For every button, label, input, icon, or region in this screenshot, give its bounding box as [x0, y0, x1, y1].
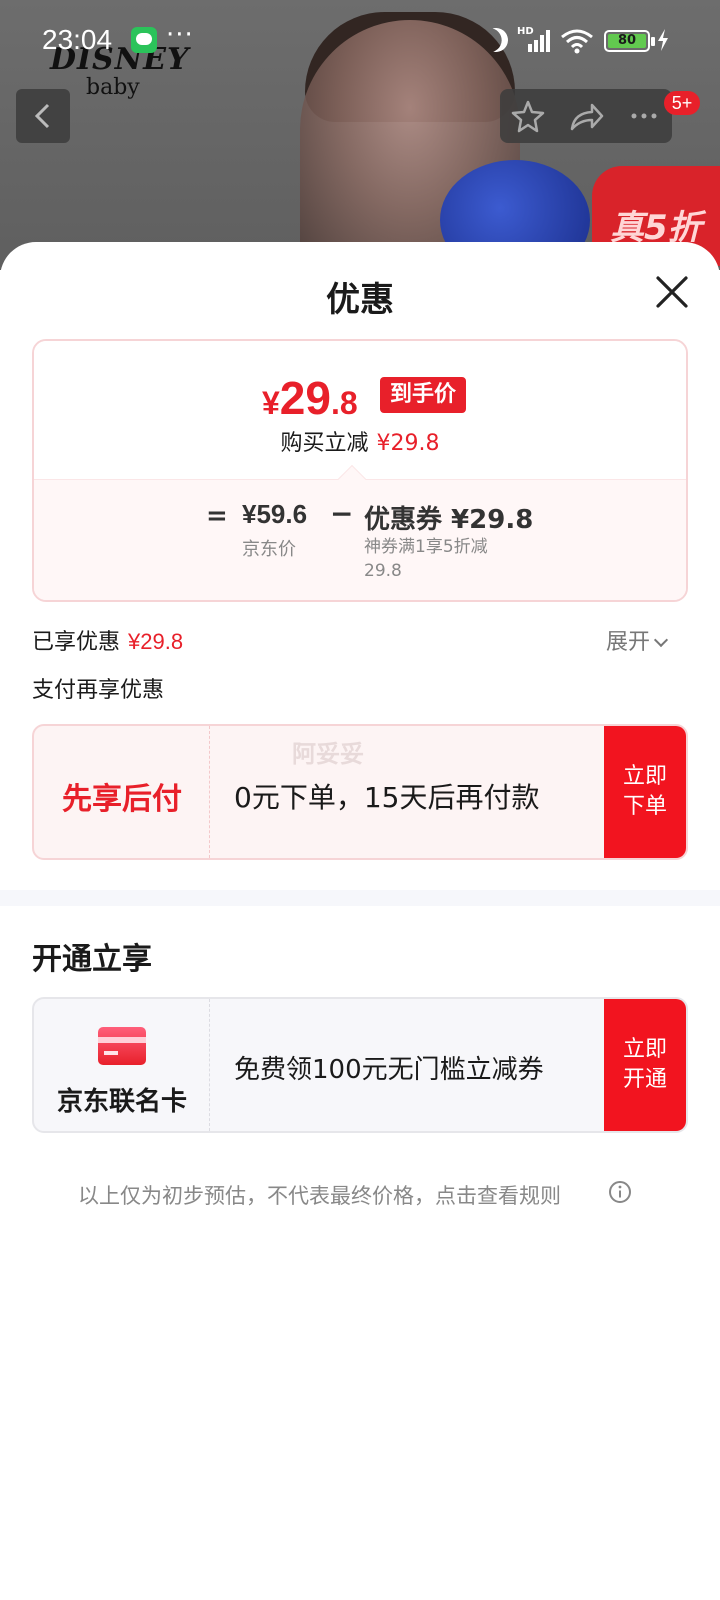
nav-action-group — [500, 89, 672, 143]
coupon-description: 神券满1享5折减29.8 — [364, 537, 488, 581]
enjoyed-discount-row: 已享优惠 ¥29.8 — [32, 624, 183, 656]
moon-icon — [481, 25, 512, 56]
star-icon — [511, 100, 545, 133]
bnpl-label: 先享后付 — [62, 782, 182, 817]
wifi-icon — [561, 29, 593, 54]
expand-button[interactable]: 展开 — [606, 624, 669, 656]
sheet-title: 优惠 — [326, 280, 394, 320]
minus-sign: − — [330, 497, 354, 530]
charging-icon — [658, 29, 668, 51]
instant-discount-label: 购买立减 — [280, 431, 369, 456]
bnpl-watermark: 阿妥妥 — [292, 740, 364, 768]
final-price-integer: 29 — [279, 372, 331, 424]
chevron-down-icon — [653, 632, 669, 648]
enjoyed-discount-label: 已享优惠 — [32, 630, 121, 655]
battery-icon: 80 — [604, 30, 650, 52]
section-divider — [0, 890, 720, 906]
final-price-currency: ¥ — [262, 385, 280, 421]
chevron-left-icon — [34, 103, 50, 129]
equals-sign: = — [206, 501, 228, 531]
coupon-value: 优惠券 ¥29.8 — [364, 505, 534, 535]
final-price-decimal: .8 — [330, 385, 358, 421]
status-more-dots: ··· — [166, 20, 194, 50]
share-button[interactable] — [558, 89, 614, 143]
notification-badge: 5+ — [664, 91, 700, 115]
more-button[interactable] — [616, 89, 672, 143]
share-icon — [570, 103, 604, 131]
instant-discount-value: ¥29.8 — [376, 431, 440, 456]
credit-card-icon — [98, 1027, 146, 1065]
close-icon — [656, 276, 688, 308]
jd-price-value: ¥59.6 — [242, 499, 308, 529]
final-price: ¥29.8 — [262, 371, 358, 425]
pay-more-title: 支付再享优惠 — [32, 678, 165, 703]
battery-cap — [651, 37, 655, 46]
price-breakdown — [34, 479, 686, 600]
price-summary-top — [34, 341, 686, 479]
jd-price-label: 京东价 — [242, 539, 296, 560]
arrival-price-badge: 到手价 — [380, 377, 467, 413]
back-button[interactable] — [16, 89, 70, 143]
expand-label: 展开 — [606, 630, 651, 655]
signal-icon — [520, 28, 552, 52]
favorite-button[interactable] — [500, 89, 556, 143]
battery-level: 80 — [608, 34, 646, 48]
card-name: 京东联名卡 — [56, 1087, 187, 1117]
wechat-icon — [131, 27, 157, 53]
more-dots-icon — [631, 113, 657, 119]
status-bar: 23:04 ··· HD 80 — [0, 0, 720, 84]
co-branded-card-offer[interactable]: 京东联名卡 免费领100元无门槛立减券 立即开通 — [32, 997, 688, 1133]
status-time: 23:04 — [42, 24, 113, 55]
discount-sheet: 优惠 ¥29.8 到手价 购买立减 ¥29.8 = ¥59.6 京东价 − 优惠券… — [0, 242, 720, 1600]
open-card-button[interactable]: 立即开通 — [604, 999, 686, 1131]
enjoyed-discount-value: ¥29.8 — [128, 629, 184, 654]
bnpl-description: 0元下单，15天后再付款 — [234, 781, 540, 814]
order-now-button[interactable]: 立即下单 — [604, 726, 686, 858]
buy-now-pay-later-card[interactable]: 先享后付 阿妥妥 0元下单，15天后再付款 立即下单 — [32, 724, 688, 860]
price-summary-card: ¥29.8 到手价 购买立减 ¥29.8 = ¥59.6 京东价 − 优惠券 ¥2… — [32, 339, 688, 602]
disclaimer-link[interactable]: 以上仅为初步预估，不代表最终价格，点击查看规则 — [78, 1180, 561, 1210]
open-section-title: 开通立享 — [32, 942, 152, 977]
instant-discount-line: 购买立减 ¥29.8 — [34, 425, 686, 457]
card-offer-description: 免费领100元无门槛立减券 — [234, 1055, 544, 1085]
info-icon[interactable] — [608, 1180, 632, 1204]
close-button[interactable] — [652, 272, 692, 312]
